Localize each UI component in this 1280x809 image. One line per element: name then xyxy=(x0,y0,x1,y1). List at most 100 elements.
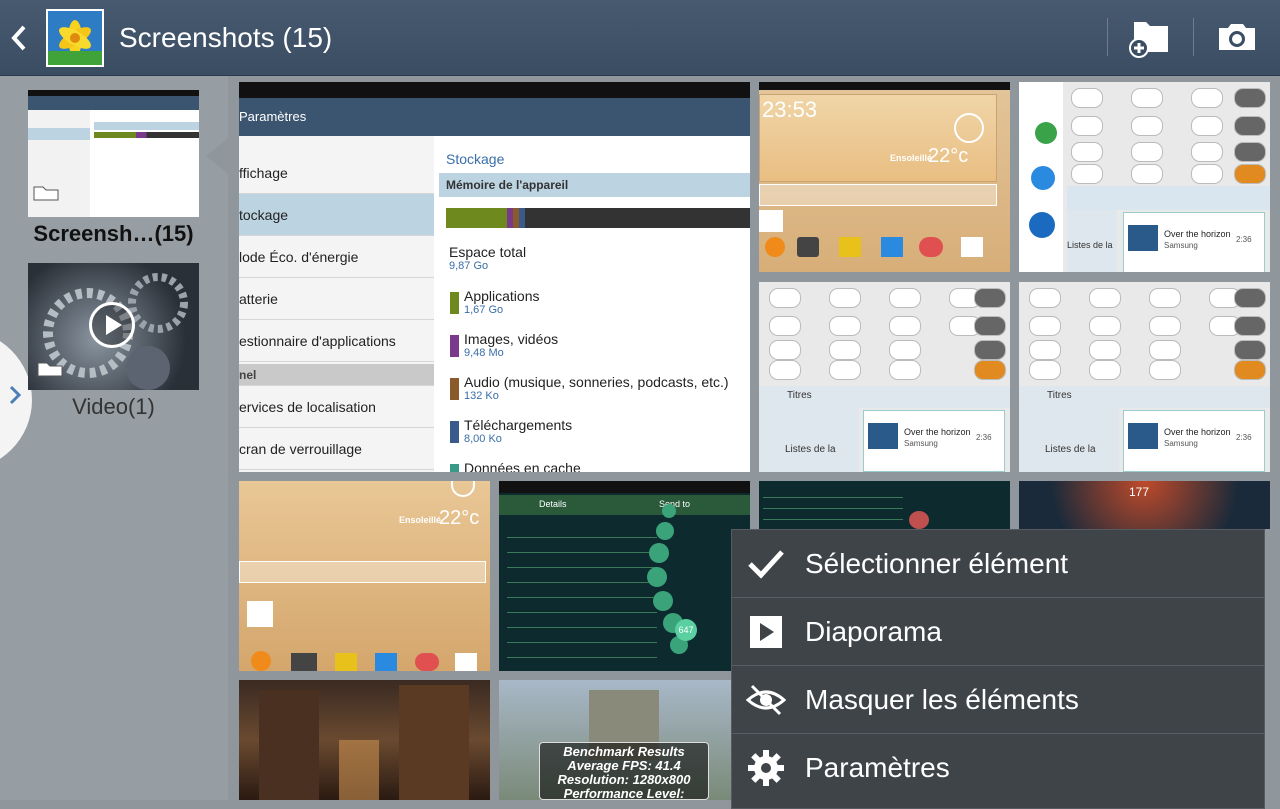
menu-item-slideshow[interactable]: Diaporama xyxy=(732,598,1264,666)
screenshot-calculator[interactable]: Listes de la Over the horizon Samsung 2:… xyxy=(1019,82,1270,272)
screenshot-benchmark-list[interactable] xyxy=(759,481,1010,529)
benchmark-line: Benchmark Results xyxy=(563,744,685,759)
album-video[interactable]: Video(1) xyxy=(28,263,199,422)
benchmark-results-box: Benchmark Results Average FPS: 41.4 Reso… xyxy=(539,742,709,800)
menu-item-select[interactable]: Sélectionner élément xyxy=(732,530,1264,598)
screenshot-home[interactable]: 22°c Ensoleillé xyxy=(239,481,490,671)
storage-value: 9,87 Go xyxy=(449,260,489,272)
search-widget xyxy=(759,184,997,206)
storage-row: Téléchargements 8,00 Ko xyxy=(450,417,573,445)
settings-item: lode Éco. d'énergie xyxy=(239,236,434,278)
settings-title: Paramètres xyxy=(239,109,307,124)
swatch xyxy=(450,421,459,443)
song-title: Over the horizon xyxy=(1164,229,1231,239)
hide-eye-icon xyxy=(745,680,787,720)
storage-value: 8,00 Ko xyxy=(464,433,502,445)
swatch xyxy=(450,464,459,472)
swatch xyxy=(450,292,459,314)
gallery-app-icon[interactable] xyxy=(46,9,104,67)
song-duration: 2:36 xyxy=(976,433,992,442)
back-icon[interactable] xyxy=(8,18,36,58)
score-badge: 647 xyxy=(675,619,697,641)
playlist-label: Listes de la xyxy=(1019,408,1119,472)
swatch xyxy=(450,378,459,400)
album-label: Video(1) xyxy=(72,394,155,419)
playlist-label: Listes de la xyxy=(1067,210,1117,272)
storage-row: Images, vidéos 9,48 Mo xyxy=(450,331,559,359)
music-tab: Titres xyxy=(1047,390,1072,401)
camera-button[interactable] xyxy=(1207,14,1267,62)
app-icon xyxy=(1029,212,1055,238)
new-album-button[interactable] xyxy=(1120,14,1180,62)
song-artist: Samsung xyxy=(1164,241,1198,250)
weather-city: Ensoleillé xyxy=(399,515,442,525)
speed-text: 177 xyxy=(1129,485,1150,499)
ebay-icon xyxy=(759,210,783,232)
settings-left-pane: ffichage tockage lode Éco. d'énergie att… xyxy=(239,136,434,472)
menu-item-label: Diaporama xyxy=(805,616,942,647)
menu-item-hide[interactable]: Masquer les éléments xyxy=(732,666,1264,734)
sun-icon xyxy=(451,481,475,497)
divider xyxy=(1107,18,1108,56)
play-icon xyxy=(89,302,135,348)
action-bar: Screenshots (15) xyxy=(0,0,1280,76)
settings-item: atterie xyxy=(239,278,434,320)
storage-label: Applications xyxy=(464,288,540,304)
storage-label: Espace total xyxy=(449,244,527,260)
weather-city: Ensoleillé xyxy=(890,153,933,163)
benchmark-line: Performance Level: xyxy=(563,786,685,801)
search-widget xyxy=(239,561,486,583)
storage-row: Audio (musique, sonneries, podcasts, etc… xyxy=(450,374,729,402)
benchmark-line: Average FPS: 41.4 xyxy=(567,758,681,773)
screenshot-settings[interactable]: Paramètres ffichage tockage lode Éco. d'… xyxy=(239,82,750,472)
storage-row: Applications 1,67 Go xyxy=(450,288,540,316)
screenshot-calculator[interactable]: Titres Listes de la Over the horizon Sam… xyxy=(1019,282,1270,472)
menu-item-settings[interactable]: Paramètres xyxy=(732,734,1264,802)
storage-value: 9,48 Mo xyxy=(464,347,504,359)
menu-item-label: Paramètres xyxy=(805,752,950,783)
app-icon xyxy=(1031,166,1055,190)
settings-topbar: Paramètres xyxy=(239,98,750,136)
settings-right-pane: Stockage Mémoire de l'appareil Espace to… xyxy=(434,136,750,472)
playlist-label: Listes de la xyxy=(759,408,859,472)
folder-icon xyxy=(36,361,64,377)
menu-item-label: Masquer les éléments xyxy=(805,684,1079,715)
settings-item-selected: tockage xyxy=(239,194,434,236)
song-duration: 2:36 xyxy=(1236,235,1252,244)
screenshot-home[interactable]: 23:53 22°c Ensoleillé xyxy=(759,82,1010,272)
status-bar xyxy=(759,82,1010,90)
gear-icon xyxy=(746,748,786,788)
settings-item: ervices de localisation xyxy=(239,386,434,428)
album-thumbnail xyxy=(28,263,199,390)
temperature-text: 22°c xyxy=(439,507,480,529)
menu-item-label: Sélectionner élément xyxy=(805,548,1069,579)
song-title: Over the horizon xyxy=(904,427,971,437)
selection-pointer xyxy=(206,138,228,174)
settings-section: nel xyxy=(239,364,434,386)
sun-icon xyxy=(954,113,984,143)
storage-value: 132 Ko xyxy=(464,390,499,402)
page-title: Screenshots (15) xyxy=(119,22,333,53)
play-icon xyxy=(746,612,786,652)
ebay-icon xyxy=(247,601,273,627)
folder-icon xyxy=(32,185,60,201)
chevron-right-icon[interactable] xyxy=(8,383,22,414)
check-icon xyxy=(746,544,786,584)
song-title: Over the horizon xyxy=(1164,427,1231,437)
album-screenshots[interactable]: Screensh…(15) xyxy=(28,90,199,249)
screenshot-benchmark-result[interactable]: Benchmark Results Average FPS: 41.4 Reso… xyxy=(499,680,750,800)
settings-item: cran de verrouillage xyxy=(239,428,434,470)
clock-text: 23:53 xyxy=(762,97,818,122)
screenshot-calculator[interactable]: Titres Listes de la Over the horizon Sam… xyxy=(759,282,1010,472)
screenshot-game-street[interactable] xyxy=(239,680,490,800)
swatch xyxy=(450,335,459,357)
storage-header: Mémoire de l'appareil xyxy=(439,173,750,197)
screenshot-benchmark-list[interactable]: Details Send to 647 xyxy=(499,481,750,671)
dock xyxy=(759,237,995,265)
settings-item: estionnaire d'applications xyxy=(239,320,434,362)
screenshot-speedometer[interactable]: 177 xyxy=(1019,481,1270,529)
storage-label: Images, vidéos xyxy=(464,331,559,347)
storage-label: Téléchargements xyxy=(464,417,573,433)
storage-label: Données en cache xyxy=(464,460,581,472)
storage-row: Données en cache xyxy=(450,460,581,472)
